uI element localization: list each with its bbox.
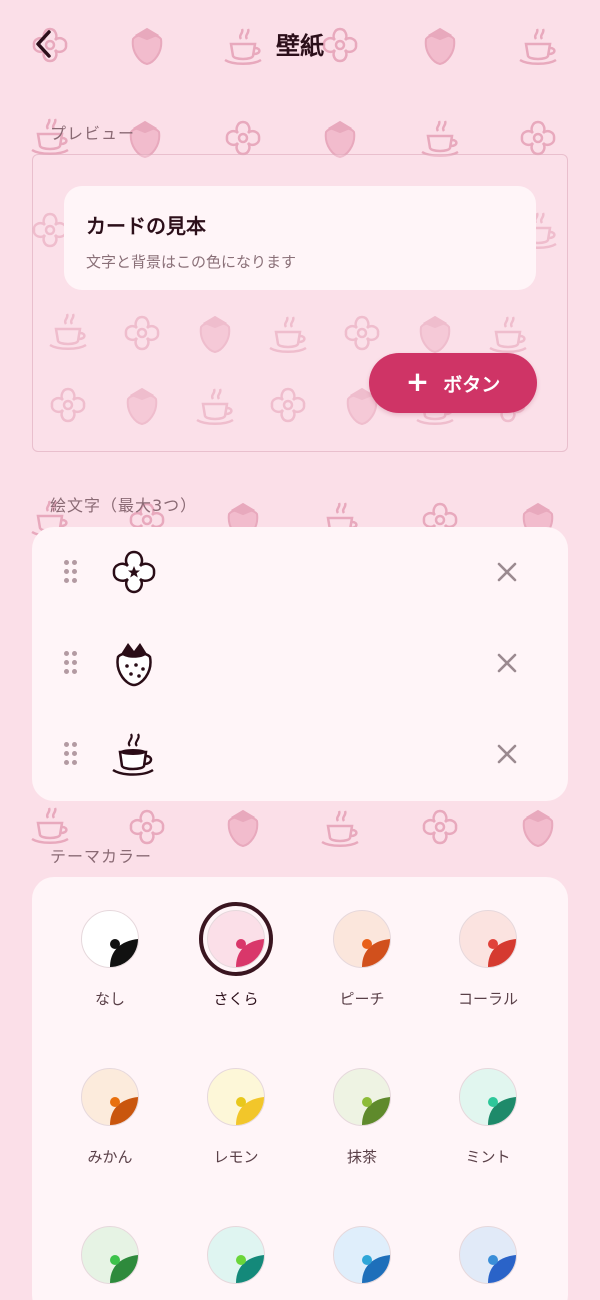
theme-section-label: テーマカラー	[50, 847, 153, 866]
emoji-section-label: 絵文字（最大3つ）	[50, 496, 198, 515]
theme-color-panel: なし さくら ピーチ コーラルみかん レモン 抹茶 ミント	[32, 877, 568, 1300]
sample-button[interactable]: + ボタン	[369, 353, 537, 413]
cherry-blossom-icon	[112, 550, 156, 594]
theme-swatch[interactable]: ミント	[428, 1068, 548, 1167]
theme-swatch[interactable]	[50, 1226, 170, 1300]
swatch-label: みかん	[87, 1148, 133, 1166]
theme-swatch[interactable]: レモン	[176, 1068, 296, 1167]
swatch-circle	[81, 1068, 139, 1126]
swatch-dot	[488, 939, 498, 949]
swatch-dot	[488, 1097, 498, 1107]
swatch-dot	[362, 939, 372, 949]
close-icon[interactable]	[494, 559, 520, 585]
swatch-circle	[459, 1226, 517, 1284]
emoji-row	[32, 618, 568, 708]
theme-swatch[interactable]	[176, 1226, 296, 1300]
swatch-circle	[459, 910, 517, 968]
swatch-dot	[236, 1255, 246, 1265]
theme-swatch[interactable]: みかん	[50, 1068, 170, 1167]
swatch-label: 抹茶	[346, 1148, 377, 1166]
strawberry-icon	[116, 643, 152, 687]
swatch-circle	[81, 910, 139, 968]
swatch-dot	[362, 1255, 372, 1265]
theme-swatch[interactable]: 抹茶	[302, 1068, 422, 1167]
swatch-label: さくら	[213, 990, 259, 1008]
swatch-dot	[110, 1097, 120, 1107]
theme-swatch[interactable]: ピーチ	[302, 910, 422, 1009]
sample-card: カードの見本 文字と背景はこの色になります	[64, 186, 536, 290]
swatch-circle	[459, 1068, 517, 1126]
swatch-label: なし	[94, 990, 125, 1008]
swatch-circle	[207, 1226, 265, 1284]
swatch-dot	[236, 1097, 246, 1107]
emoji-row	[32, 527, 568, 617]
swatch-label: ピーチ	[339, 990, 385, 1008]
swatch-circle	[333, 1068, 391, 1126]
swatch-dot	[110, 1255, 120, 1265]
drag-handle-icon[interactable]	[64, 651, 80, 675]
sample-button-label: ボタン	[443, 373, 501, 396]
close-icon[interactable]	[494, 741, 520, 767]
emoji-list	[32, 527, 568, 801]
swatch-circle	[81, 1226, 139, 1284]
swatch-label: レモン	[213, 1148, 259, 1166]
swatch-circle	[333, 910, 391, 968]
theme-swatch[interactable]	[428, 1226, 548, 1300]
plus-icon: +	[405, 364, 430, 398]
swatch-circle	[333, 1226, 391, 1284]
back-button[interactable]	[22, 22, 66, 66]
emoji-row	[32, 709, 568, 799]
theme-swatch[interactable]: なし	[50, 910, 170, 1009]
swatch-label: ミント	[465, 1148, 511, 1166]
theme-swatch[interactable]	[302, 1226, 422, 1300]
swatch-dot	[362, 1097, 372, 1107]
theme-swatch[interactable]: コーラル	[428, 910, 548, 1009]
swatch-label: コーラル	[457, 990, 518, 1008]
preview-section-label: プレビュー	[50, 124, 136, 143]
sample-card-description: 文字と背景はこの色になります	[86, 253, 297, 271]
theme-swatch[interactable]: さくら	[176, 902, 296, 1009]
page-title: 壁紙	[276, 32, 324, 60]
sample-card-title: カードの見本	[86, 214, 206, 238]
swatch-dot	[110, 939, 120, 949]
selected-ring	[199, 902, 273, 976]
drag-handle-icon[interactable]	[64, 560, 80, 584]
coffee-cup-icon	[112, 733, 154, 776]
swatch-circle	[207, 1068, 265, 1126]
chevron-left-icon	[36, 30, 51, 58]
close-icon[interactable]	[494, 650, 520, 676]
drag-handle-icon[interactable]	[64, 742, 80, 766]
swatch-dot	[488, 1255, 498, 1265]
